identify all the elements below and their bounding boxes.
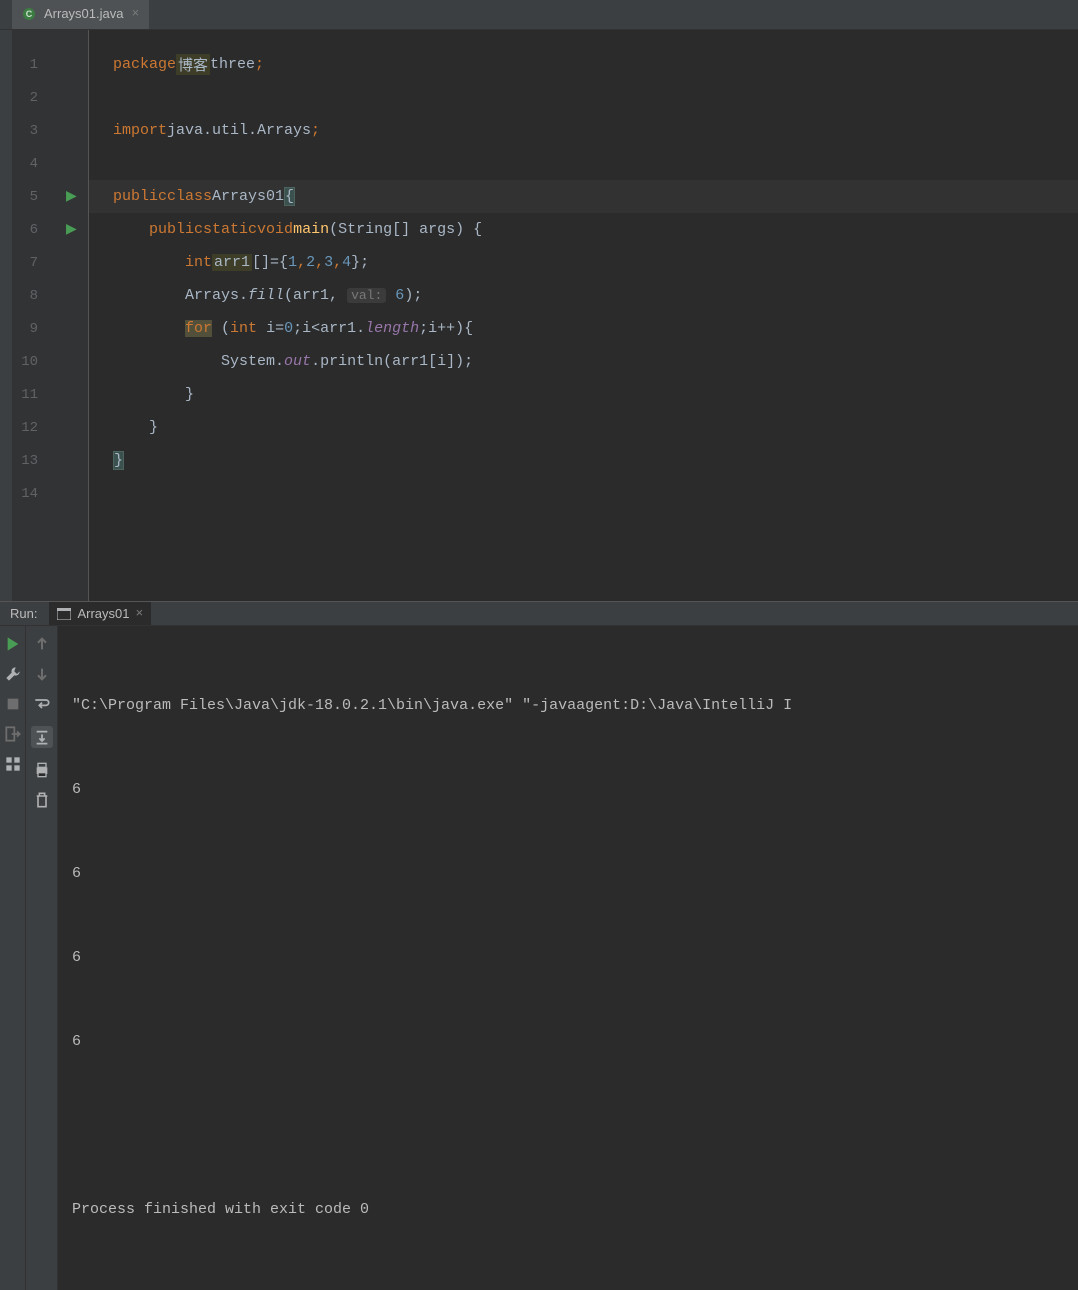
run-label: Run: [10,606,37,621]
wrench-icon[interactable] [5,666,21,682]
run-body: "C:\Program Files\Java\jdk-18.0.2.1\bin\… [0,626,1078,1290]
close-icon[interactable]: × [136,606,144,621]
line-number: 12 [12,420,42,436]
run-panel: Run: Arrays01 × "C:\Program Files\Java\j… [0,601,1078,861]
code-line[interactable] [89,81,1078,114]
exit-icon[interactable] [5,726,21,742]
layout-icon[interactable] [5,756,21,772]
code-line[interactable]: } [89,444,1078,477]
line-number: 11 [12,387,42,403]
code-line[interactable]: } [89,378,1078,411]
code-line[interactable] [89,147,1078,180]
line-number: 4 [12,156,42,172]
application-icon [57,608,71,620]
scroll-end-icon[interactable] [31,726,53,748]
code-line[interactable]: import java.util.Arrays; [89,114,1078,147]
run-toolbar-left [0,626,26,1290]
up-arrow-icon[interactable] [34,636,50,652]
line-number: 5 [12,189,42,205]
editor-tab-bar: C Arrays01.java × [0,0,1078,30]
print-icon[interactable] [34,762,50,778]
line-number: 14 [12,486,42,502]
line-number: 2 [12,90,42,106]
parameter-hint: val: [347,288,386,303]
console-line [72,1112,1064,1140]
run-gutter-icon[interactable]: ▶ [66,221,77,238]
gutter: 1 2 3 4 5 ▶ 6 ▶ 7 8 9 10 11 12 13 14 [12,30,88,601]
left-tool-strip [0,30,12,601]
line-number: 7 [12,255,42,271]
code-line[interactable]: System.out.println(arr1[i]); [89,345,1078,378]
code-line[interactable]: } [89,411,1078,444]
stop-icon[interactable] [5,696,21,712]
line-number: 3 [12,123,42,139]
console-output[interactable]: "C:\Program Files\Java\jdk-18.0.2.1\bin\… [58,626,1078,1290]
run-header: Run: Arrays01 × [0,602,1078,626]
editor-area: 1 2 3 4 5 ▶ 6 ▶ 7 8 9 10 11 12 13 14 packa… [0,30,1078,601]
line-number: 10 [12,354,42,370]
run-toolbar-nav [26,626,58,1290]
console-line: 6 [72,1028,1064,1056]
svg-text:C: C [26,9,33,19]
run-config-tab[interactable]: Arrays01 × [49,602,151,625]
line-number: 9 [12,321,42,337]
file-tab[interactable]: C Arrays01.java × [12,0,149,29]
tab-label: Arrays01.java [44,6,123,21]
code-line[interactable]: Arrays.fill(arr1, val: 6); [89,279,1078,312]
line-number: 6 [12,222,42,238]
code-line[interactable] [89,477,1078,510]
console-line: 6 [72,860,1064,888]
code-line[interactable]: public static void main(String[] args) { [89,213,1078,246]
code-line[interactable]: int arr1[]={1,2,3,4}; [89,246,1078,279]
console-line: 6 [72,944,1064,972]
code-line[interactable]: for (int i=0;i<arr1.length;i++){ [89,312,1078,345]
console-line: Process finished with exit code 0 [72,1196,1064,1224]
down-arrow-icon[interactable] [34,666,50,682]
run-gutter-icon[interactable]: ▶ [66,188,77,205]
close-icon[interactable]: × [131,6,139,21]
line-number: 8 [12,288,42,304]
soft-wrap-icon[interactable] [34,696,50,712]
class-icon: C [22,7,36,21]
code-line[interactable]: public class Arrays01 { [89,180,1078,213]
console-line: 6 [72,776,1064,804]
code-editor[interactable]: package 博客three; import java.util.Arrays… [88,30,1078,601]
code-line[interactable]: package 博客three; [89,48,1078,81]
line-number: 13 [12,453,42,469]
trash-icon[interactable] [34,792,50,808]
run-tab-label: Arrays01 [77,606,129,621]
console-line: "C:\Program Files\Java\jdk-18.0.2.1\bin\… [72,692,1064,720]
line-number: 1 [12,57,42,73]
run-icon[interactable] [5,636,21,652]
